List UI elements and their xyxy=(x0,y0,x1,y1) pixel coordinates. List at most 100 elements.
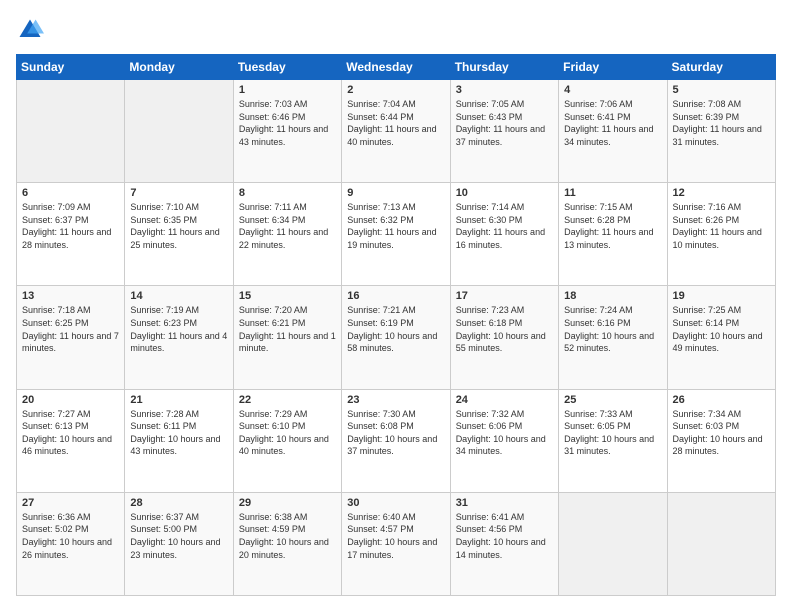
cell-content: Sunrise: 7:10 AM Sunset: 6:35 PM Dayligh… xyxy=(130,201,227,251)
day-number: 19 xyxy=(673,290,770,302)
calendar-cell: 29 Sunrise: 6:38 AM Sunset: 4:59 PM Dayli… xyxy=(233,492,341,595)
calendar-cell: 31Sunrise: 6:41 AM Sunset: 4:56 PM Dayli… xyxy=(450,492,558,595)
day-number: 7 xyxy=(130,187,227,199)
calendar-cell: 2Sunrise: 7:04 AM Sunset: 6:44 PM Daylig… xyxy=(342,80,450,183)
calendar-cell xyxy=(559,492,667,595)
cell-content: Sunrise: 7:03 AM Sunset: 6:46 PM Dayligh… xyxy=(239,98,336,148)
calendar-cell: 18 Sunrise: 7:24 AM Sunset: 6:16 PM Dayli… xyxy=(559,286,667,389)
cell-content: Sunrise: 7:13 AM Sunset: 6:32 PM Dayligh… xyxy=(347,201,444,251)
day-number: 20 xyxy=(22,394,119,406)
calendar-cell: 19 Sunrise: 7:25 AM Sunset: 6:14 PM Dayli… xyxy=(667,286,775,389)
calendar-cell: 25Sunrise: 7:33 AM Sunset: 6:05 PM Dayli… xyxy=(559,389,667,492)
day-number: 2 xyxy=(347,84,444,96)
calendar-header-wednesday: Wednesday xyxy=(342,55,450,80)
calendar-cell: 3Sunrise: 7:05 AM Sunset: 6:43 PM Daylig… xyxy=(450,80,558,183)
calendar-cell: 23 Sunrise: 7:30 AM Sunset: 6:08 PM Dayli… xyxy=(342,389,450,492)
calendar-cell: 6 Sunrise: 7:09 AM Sunset: 6:37 PM Daylig… xyxy=(17,183,125,286)
day-number: 30 xyxy=(347,497,444,509)
cell-content: Sunrise: 7:28 AM Sunset: 6:11 PM Dayligh… xyxy=(130,408,227,458)
day-number: 21 xyxy=(130,394,227,406)
day-number: 11 xyxy=(564,187,661,199)
page: SundayMondayTuesdayWednesdayThursdayFrid… xyxy=(0,0,792,612)
day-number: 17 xyxy=(456,290,553,302)
calendar-cell xyxy=(667,492,775,595)
calendar-header-row: SundayMondayTuesdayWednesdayThursdayFrid… xyxy=(17,55,776,80)
day-number: 28 xyxy=(130,497,227,509)
day-number: 12 xyxy=(673,187,770,199)
calendar-cell: 27 Sunrise: 6:36 AM Sunset: 5:02 PM Dayli… xyxy=(17,492,125,595)
calendar-cell xyxy=(125,80,233,183)
calendar-cell: 4 Sunrise: 7:06 AM Sunset: 6:41 PM Daylig… xyxy=(559,80,667,183)
calendar-header-friday: Friday xyxy=(559,55,667,80)
calendar-cell: 10Sunrise: 7:14 AM Sunset: 6:30 PM Dayli… xyxy=(450,183,558,286)
cell-content: Sunrise: 7:16 AM Sunset: 6:26 PM Dayligh… xyxy=(673,201,770,251)
calendar-cell: 1 Sunrise: 7:03 AM Sunset: 6:46 PM Daylig… xyxy=(233,80,341,183)
calendar-cell: 16Sunrise: 7:21 AM Sunset: 6:19 PM Dayli… xyxy=(342,286,450,389)
calendar-cell: 17Sunrise: 7:23 AM Sunset: 6:18 PM Dayli… xyxy=(450,286,558,389)
calendar-week-row: 6 Sunrise: 7:09 AM Sunset: 6:37 PM Daylig… xyxy=(17,183,776,286)
calendar-cell: 24Sunrise: 7:32 AM Sunset: 6:06 PM Dayli… xyxy=(450,389,558,492)
cell-content: Sunrise: 7:30 AM Sunset: 6:08 PM Dayligh… xyxy=(347,408,444,458)
cell-content: Sunrise: 7:33 AM Sunset: 6:05 PM Dayligh… xyxy=(564,408,661,458)
cell-content: Sunrise: 7:19 AM Sunset: 6:23 PM Dayligh… xyxy=(130,304,227,354)
calendar-cell: 8Sunrise: 7:11 AM Sunset: 6:34 PM Daylig… xyxy=(233,183,341,286)
calendar-header-monday: Monday xyxy=(125,55,233,80)
calendar-cell: 26Sunrise: 7:34 AM Sunset: 6:03 PM Dayli… xyxy=(667,389,775,492)
day-number: 18 xyxy=(564,290,661,302)
cell-content: Sunrise: 7:21 AM Sunset: 6:19 PM Dayligh… xyxy=(347,304,444,354)
calendar-header-thursday: Thursday xyxy=(450,55,558,80)
cell-content: Sunrise: 6:36 AM Sunset: 5:02 PM Dayligh… xyxy=(22,511,119,561)
day-number: 15 xyxy=(239,290,336,302)
calendar-week-row: 27 Sunrise: 6:36 AM Sunset: 5:02 PM Dayli… xyxy=(17,492,776,595)
calendar-table: SundayMondayTuesdayWednesdayThursdayFrid… xyxy=(16,54,776,596)
day-number: 6 xyxy=(22,187,119,199)
day-number: 5 xyxy=(673,84,770,96)
cell-content: Sunrise: 7:09 AM Sunset: 6:37 PM Dayligh… xyxy=(22,201,119,251)
calendar-week-row: 13 Sunrise: 7:18 AM Sunset: 6:25 PM Dayli… xyxy=(17,286,776,389)
day-number: 13 xyxy=(22,290,119,302)
calendar-week-row: 20 Sunrise: 7:27 AM Sunset: 6:13 PM Dayli… xyxy=(17,389,776,492)
day-number: 9 xyxy=(347,187,444,199)
cell-content: Sunrise: 7:08 AM Sunset: 6:39 PM Dayligh… xyxy=(673,98,770,148)
cell-content: Sunrise: 7:25 AM Sunset: 6:14 PM Dayligh… xyxy=(673,304,770,354)
day-number: 10 xyxy=(456,187,553,199)
cell-content: Sunrise: 7:15 AM Sunset: 6:28 PM Dayligh… xyxy=(564,201,661,251)
day-number: 23 xyxy=(347,394,444,406)
header xyxy=(16,16,776,44)
day-number: 26 xyxy=(673,394,770,406)
calendar-cell: 15Sunrise: 7:20 AM Sunset: 6:21 PM Dayli… xyxy=(233,286,341,389)
calendar-cell: 13 Sunrise: 7:18 AM Sunset: 6:25 PM Dayli… xyxy=(17,286,125,389)
cell-content: Sunrise: 6:41 AM Sunset: 4:56 PM Dayligh… xyxy=(456,511,553,561)
calendar-cell: 22 Sunrise: 7:29 AM Sunset: 6:10 PM Dayli… xyxy=(233,389,341,492)
cell-content: Sunrise: 7:32 AM Sunset: 6:06 PM Dayligh… xyxy=(456,408,553,458)
calendar-cell xyxy=(17,80,125,183)
day-number: 22 xyxy=(239,394,336,406)
cell-content: Sunrise: 7:18 AM Sunset: 6:25 PM Dayligh… xyxy=(22,304,119,354)
logo-icon xyxy=(16,16,44,44)
cell-content: Sunrise: 7:06 AM Sunset: 6:41 PM Dayligh… xyxy=(564,98,661,148)
calendar-cell: 11 Sunrise: 7:15 AM Sunset: 6:28 PM Dayli… xyxy=(559,183,667,286)
calendar-week-row: 1 Sunrise: 7:03 AM Sunset: 6:46 PM Daylig… xyxy=(17,80,776,183)
calendar-cell: 7 Sunrise: 7:10 AM Sunset: 6:35 PM Daylig… xyxy=(125,183,233,286)
day-number: 29 xyxy=(239,497,336,509)
cell-content: Sunrise: 7:29 AM Sunset: 6:10 PM Dayligh… xyxy=(239,408,336,458)
calendar-cell: 20 Sunrise: 7:27 AM Sunset: 6:13 PM Dayli… xyxy=(17,389,125,492)
cell-content: Sunrise: 7:24 AM Sunset: 6:16 PM Dayligh… xyxy=(564,304,661,354)
calendar-cell: 30 Sunrise: 6:40 AM Sunset: 4:57 PM Dayli… xyxy=(342,492,450,595)
calendar-cell: 9 Sunrise: 7:13 AM Sunset: 6:32 PM Daylig… xyxy=(342,183,450,286)
logo xyxy=(16,16,48,44)
calendar-cell: 21 Sunrise: 7:28 AM Sunset: 6:11 PM Dayli… xyxy=(125,389,233,492)
cell-content: Sunrise: 7:27 AM Sunset: 6:13 PM Dayligh… xyxy=(22,408,119,458)
calendar-header-tuesday: Tuesday xyxy=(233,55,341,80)
calendar-cell: 28Sunrise: 6:37 AM Sunset: 5:00 PM Dayli… xyxy=(125,492,233,595)
cell-content: Sunrise: 6:40 AM Sunset: 4:57 PM Dayligh… xyxy=(347,511,444,561)
cell-content: Sunrise: 7:11 AM Sunset: 6:34 PM Dayligh… xyxy=(239,201,336,251)
day-number: 14 xyxy=(130,290,227,302)
day-number: 27 xyxy=(22,497,119,509)
calendar-header-saturday: Saturday xyxy=(667,55,775,80)
day-number: 4 xyxy=(564,84,661,96)
calendar-cell: 14 Sunrise: 7:19 AM Sunset: 6:23 PM Dayli… xyxy=(125,286,233,389)
cell-content: Sunrise: 7:05 AM Sunset: 6:43 PM Dayligh… xyxy=(456,98,553,148)
cell-content: Sunrise: 6:38 AM Sunset: 4:59 PM Dayligh… xyxy=(239,511,336,561)
day-number: 1 xyxy=(239,84,336,96)
